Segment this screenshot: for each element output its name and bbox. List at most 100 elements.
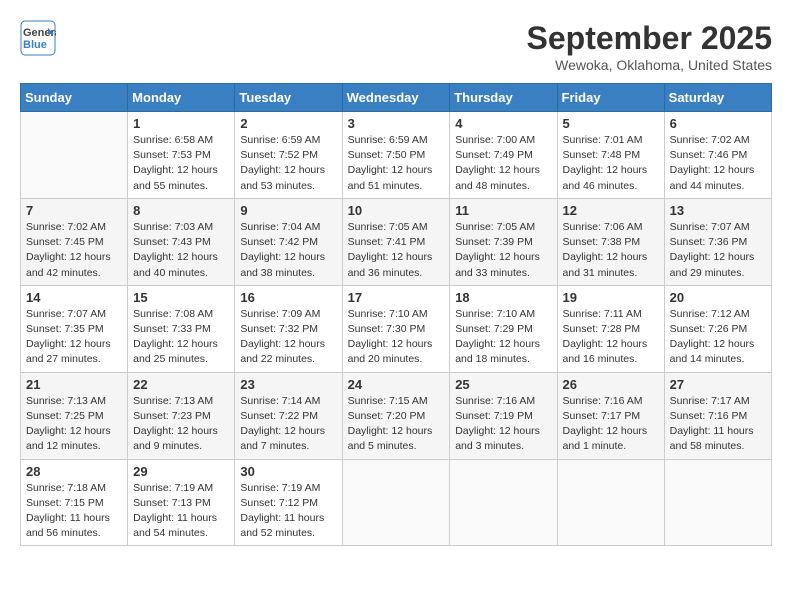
- day-number: 13: [670, 203, 766, 218]
- page-header: General Blue September 2025 Wewoka, Okla…: [20, 20, 772, 73]
- logo: General Blue: [20, 20, 56, 56]
- weekday-header: Monday: [128, 84, 235, 112]
- calendar-cell: 2 Sunrise: 6:59 AM Sunset: 7:52 PM Daylig…: [235, 112, 342, 199]
- calendar-cell: 13 Sunrise: 7:07 AM Sunset: 7:36 PM Dayli…: [664, 198, 771, 285]
- day-info: Sunrise: 6:59 AM Sunset: 7:52 PM Dayligh…: [240, 133, 336, 194]
- calendar-cell: 17 Sunrise: 7:10 AM Sunset: 7:30 PM Dayli…: [342, 285, 450, 372]
- day-info: Sunrise: 7:07 AM Sunset: 7:35 PM Dayligh…: [26, 307, 122, 368]
- day-info: Sunrise: 7:02 AM Sunset: 7:46 PM Dayligh…: [670, 133, 766, 194]
- calendar-cell: [342, 459, 450, 546]
- calendar-week-row: 7 Sunrise: 7:02 AM Sunset: 7:45 PM Daylig…: [21, 198, 772, 285]
- day-info: Sunrise: 7:06 AM Sunset: 7:38 PM Dayligh…: [563, 220, 659, 281]
- calendar-cell: 25Sunrise: 7:16 AM Sunset: 7:19 PM Dayli…: [450, 372, 557, 459]
- calendar-cell: 12 Sunrise: 7:06 AM Sunset: 7:38 PM Dayli…: [557, 198, 664, 285]
- calendar-cell: [664, 459, 771, 546]
- day-number: 5: [563, 116, 659, 131]
- calendar-cell: 15Sunrise: 7:08 AM Sunset: 7:33 PM Dayli…: [128, 285, 235, 372]
- day-number: 24: [348, 377, 445, 392]
- calendar-week-row: 14 Sunrise: 7:07 AM Sunset: 7:35 PM Dayli…: [21, 285, 772, 372]
- day-number: 15: [133, 290, 229, 305]
- day-info: Sunrise: 7:01 AM Sunset: 7:48 PM Dayligh…: [563, 133, 659, 194]
- calendar-cell: 18Sunrise: 7:10 AM Sunset: 7:29 PM Dayli…: [450, 285, 557, 372]
- day-number: 27: [670, 377, 766, 392]
- day-info: Sunrise: 7:10 AM Sunset: 7:30 PM Dayligh…: [348, 307, 445, 368]
- month-title: September 2025: [527, 20, 772, 57]
- day-info: Sunrise: 7:18 AM Sunset: 7:15 PM Dayligh…: [26, 481, 122, 542]
- calendar-cell: [450, 459, 557, 546]
- day-number: 14: [26, 290, 122, 305]
- day-info: Sunrise: 7:02 AM Sunset: 7:45 PM Dayligh…: [26, 220, 122, 281]
- day-number: 2: [240, 116, 336, 131]
- day-info: Sunrise: 7:11 AM Sunset: 7:28 PM Dayligh…: [563, 307, 659, 368]
- calendar-cell: 6 Sunrise: 7:02 AM Sunset: 7:46 PM Daylig…: [664, 112, 771, 199]
- calendar-cell: 7 Sunrise: 7:02 AM Sunset: 7:45 PM Daylig…: [21, 198, 128, 285]
- day-info: Sunrise: 7:14 AM Sunset: 7:22 PM Dayligh…: [240, 394, 336, 455]
- weekday-header: Wednesday: [342, 84, 450, 112]
- calendar-week-row: 28 Sunrise: 7:18 AM Sunset: 7:15 PM Dayli…: [21, 459, 772, 546]
- day-info: Sunrise: 7:13 AM Sunset: 7:23 PM Dayligh…: [133, 394, 229, 455]
- logo-icon: General Blue: [20, 20, 56, 56]
- day-info: Sunrise: 7:09 AM Sunset: 7:32 PM Dayligh…: [240, 307, 336, 368]
- calendar-cell: 20Sunrise: 7:12 AM Sunset: 7:26 PM Dayli…: [664, 285, 771, 372]
- svg-text:Blue: Blue: [23, 39, 47, 51]
- weekday-header: Thursday: [450, 84, 557, 112]
- calendar-cell: 22Sunrise: 7:13 AM Sunset: 7:23 PM Dayli…: [128, 372, 235, 459]
- day-number: 12: [563, 203, 659, 218]
- day-number: 6: [670, 116, 766, 131]
- calendar-cell: 10 Sunrise: 7:05 AM Sunset: 7:41 PM Dayli…: [342, 198, 450, 285]
- calendar-cell: 29 Sunrise: 7:19 AM Sunset: 7:13 PM Dayli…: [128, 459, 235, 546]
- calendar-cell: 16Sunrise: 7:09 AM Sunset: 7:32 PM Dayli…: [235, 285, 342, 372]
- calendar-cell: 14 Sunrise: 7:07 AM Sunset: 7:35 PM Dayli…: [21, 285, 128, 372]
- calendar-week-row: 1Sunrise: 6:58 AM Sunset: 7:53 PM Daylig…: [21, 112, 772, 199]
- day-info: Sunrise: 6:58 AM Sunset: 7:53 PM Dayligh…: [133, 133, 229, 194]
- day-number: 29: [133, 464, 229, 479]
- location: Wewoka, Oklahoma, United States: [527, 57, 772, 73]
- calendar-cell: 19 Sunrise: 7:11 AM Sunset: 7:28 PM Dayli…: [557, 285, 664, 372]
- calendar-cell: [557, 459, 664, 546]
- day-number: 3: [348, 116, 445, 131]
- calendar-cell: 21Sunrise: 7:13 AM Sunset: 7:25 PM Dayli…: [21, 372, 128, 459]
- day-number: 19: [563, 290, 659, 305]
- calendar-cell: 26 Sunrise: 7:16 AM Sunset: 7:17 PM Dayli…: [557, 372, 664, 459]
- day-info: Sunrise: 7:05 AM Sunset: 7:41 PM Dayligh…: [348, 220, 445, 281]
- weekday-header: Tuesday: [235, 84, 342, 112]
- calendar-cell: 28 Sunrise: 7:18 AM Sunset: 7:15 PM Dayli…: [21, 459, 128, 546]
- day-number: 17: [348, 290, 445, 305]
- day-info: Sunrise: 7:13 AM Sunset: 7:25 PM Dayligh…: [26, 394, 122, 455]
- day-number: 26: [563, 377, 659, 392]
- day-number: 20: [670, 290, 766, 305]
- day-info: Sunrise: 7:16 AM Sunset: 7:17 PM Dayligh…: [563, 394, 659, 455]
- day-number: 11: [455, 203, 551, 218]
- day-number: 9: [240, 203, 336, 218]
- weekday-header: Sunday: [21, 84, 128, 112]
- calendar-week-row: 21Sunrise: 7:13 AM Sunset: 7:25 PM Dayli…: [21, 372, 772, 459]
- calendar-cell: 27Sunrise: 7:17 AM Sunset: 7:16 PM Dayli…: [664, 372, 771, 459]
- day-info: Sunrise: 7:07 AM Sunset: 7:36 PM Dayligh…: [670, 220, 766, 281]
- day-info: Sunrise: 7:19 AM Sunset: 7:12 PM Dayligh…: [240, 481, 336, 542]
- day-number: 23: [240, 377, 336, 392]
- day-number: 7: [26, 203, 122, 218]
- day-info: Sunrise: 7:04 AM Sunset: 7:42 PM Dayligh…: [240, 220, 336, 281]
- title-block: September 2025 Wewoka, Oklahoma, United …: [527, 20, 772, 73]
- calendar-cell: 1Sunrise: 6:58 AM Sunset: 7:53 PM Daylig…: [128, 112, 235, 199]
- day-info: Sunrise: 7:15 AM Sunset: 7:20 PM Dayligh…: [348, 394, 445, 455]
- day-info: Sunrise: 7:03 AM Sunset: 7:43 PM Dayligh…: [133, 220, 229, 281]
- day-number: 18: [455, 290, 551, 305]
- calendar-cell: 8Sunrise: 7:03 AM Sunset: 7:43 PM Daylig…: [128, 198, 235, 285]
- day-number: 10: [348, 203, 445, 218]
- day-number: 4: [455, 116, 551, 131]
- day-number: 28: [26, 464, 122, 479]
- calendar-cell: 4 Sunrise: 7:00 AM Sunset: 7:49 PM Daylig…: [450, 112, 557, 199]
- calendar-cell: 5 Sunrise: 7:01 AM Sunset: 7:48 PM Daylig…: [557, 112, 664, 199]
- weekday-header: Saturday: [664, 84, 771, 112]
- day-info: Sunrise: 7:19 AM Sunset: 7:13 PM Dayligh…: [133, 481, 229, 542]
- day-info: Sunrise: 6:59 AM Sunset: 7:50 PM Dayligh…: [348, 133, 445, 194]
- calendar-table: SundayMondayTuesdayWednesdayThursdayFrid…: [20, 83, 772, 546]
- calendar-cell: 3 Sunrise: 6:59 AM Sunset: 7:50 PM Daylig…: [342, 112, 450, 199]
- day-info: Sunrise: 7:00 AM Sunset: 7:49 PM Dayligh…: [455, 133, 551, 194]
- calendar-cell: 11Sunrise: 7:05 AM Sunset: 7:39 PM Dayli…: [450, 198, 557, 285]
- day-info: Sunrise: 7:16 AM Sunset: 7:19 PM Dayligh…: [455, 394, 551, 455]
- calendar-cell: [21, 112, 128, 199]
- weekday-header-row: SundayMondayTuesdayWednesdayThursdayFrid…: [21, 84, 772, 112]
- calendar-cell: 30Sunrise: 7:19 AM Sunset: 7:12 PM Dayli…: [235, 459, 342, 546]
